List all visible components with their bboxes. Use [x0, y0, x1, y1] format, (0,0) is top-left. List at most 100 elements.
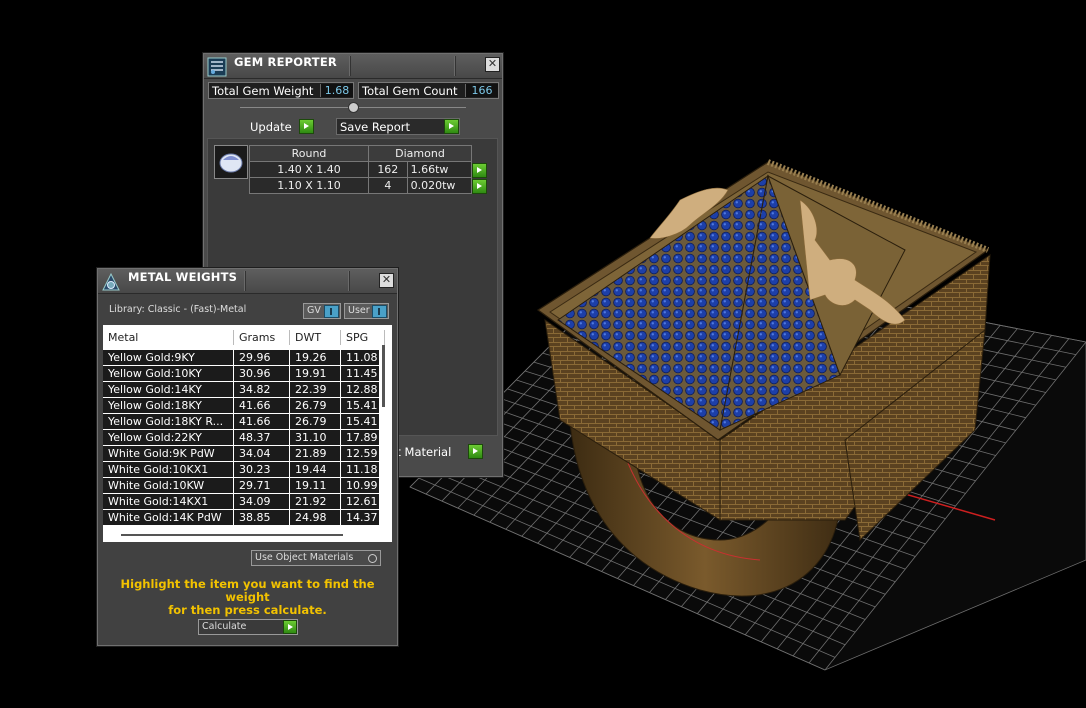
grams-cell: 41.66	[234, 414, 290, 430]
titlebar-divider	[348, 271, 350, 291]
toggle-switch-icon[interactable]	[324, 305, 339, 318]
use-object-materials-label: Use Object Materials	[255, 552, 354, 563]
gem-reporter-titlebar[interactable]: GEM REPORTER ✕	[204, 54, 502, 79]
total-gem-count-field: Total Gem Count 166	[358, 82, 499, 99]
col-metal-header[interactable]: Metal	[103, 330, 234, 345]
gem-shape-header: Round	[249, 145, 369, 162]
grams-cell: 29.96	[234, 350, 290, 366]
dwt-cell: 24.98	[290, 510, 341, 526]
dwt-cell: 22.39	[290, 382, 341, 398]
titlebar-divider	[454, 56, 456, 76]
grams-cell: 41.66	[234, 398, 290, 414]
dwt-cell: 19.26	[290, 350, 341, 366]
play-icon[interactable]	[468, 444, 483, 459]
gem-row[interactable]: 1.10 X 1.10 4 0.020tw	[249, 177, 492, 194]
metal-weights-close-button[interactable]: ✕	[379, 273, 394, 288]
dwt-cell: 21.89	[290, 446, 341, 462]
instruction-line: for then press calculate.	[168, 603, 327, 617]
spg-cell: 11.08	[341, 350, 379, 366]
gem-weight: 1.66tw	[406, 161, 473, 178]
dwt-cell: 19.44	[290, 462, 341, 478]
metal-name-cell: White Gold:10KW	[103, 478, 234, 494]
total-gem-weight-label: Total Gem Weight	[212, 84, 314, 98]
metal-name-cell: Yellow Gold:10KY	[103, 366, 234, 382]
splitter-knob-icon[interactable]	[348, 102, 359, 113]
metal-name-cell: White Gold:14K PdW	[103, 510, 234, 526]
grams-cell: 30.23	[234, 462, 290, 478]
gem-weight: 0.020tw	[406, 177, 473, 194]
metal-weights-titlebar[interactable]: METAL WEIGHTS ✕	[98, 269, 397, 294]
gv-label: GV	[307, 305, 321, 316]
gem-reporter-close-button[interactable]: ✕	[485, 57, 500, 72]
col-grams-header[interactable]: Grams	[234, 330, 290, 345]
metal-name-cell: White Gold:9K PdW	[103, 446, 234, 462]
spg-cell: 17.89	[341, 430, 379, 446]
play-icon[interactable]	[472, 178, 487, 194]
metal-name-cell: Yellow Gold:18KY R...	[103, 414, 234, 430]
gem-material-header: Diamond	[368, 145, 472, 162]
dwt-cell: 26.79	[290, 414, 341, 430]
horizontal-scrollbar[interactable]	[121, 534, 343, 536]
metal-table: Metal Grams DWT SPG Yellow Gold:9KY 29.96…	[103, 325, 392, 542]
save-report-button[interactable]: Save Report	[336, 118, 460, 135]
spg-cell: 11.18	[341, 462, 379, 478]
radio-icon[interactable]	[368, 554, 377, 563]
metal-name-cell: White Gold:14KX1	[103, 494, 234, 510]
gem-count: 4	[368, 177, 408, 194]
gv-toggle[interactable]: GV	[303, 303, 341, 319]
update-label: Update	[250, 120, 292, 134]
dwt-cell: 26.79	[290, 398, 341, 414]
col-spg-header[interactable]: SPG	[341, 330, 385, 345]
metal-rows: Yellow Gold:9KY 29.96 19.26 11.08 Yellow Gol…	[103, 350, 379, 530]
grams-cell: 38.85	[234, 510, 290, 526]
update-button[interactable]: Update	[246, 118, 315, 135]
dwt-cell: 31.10	[290, 430, 341, 446]
play-icon[interactable]	[472, 162, 487, 178]
gem-size: 1.40 X 1.40	[249, 161, 369, 178]
play-icon[interactable]	[299, 119, 314, 134]
grams-cell: 34.82	[234, 382, 290, 398]
calculate-label: Calculate	[202, 621, 247, 632]
metal-name-cell: Yellow Gold:22KY	[103, 430, 234, 446]
play-icon[interactable]	[283, 620, 297, 634]
grams-cell: 48.37	[234, 430, 290, 446]
dwt-cell: 21.92	[290, 494, 341, 510]
calculate-button[interactable]: Calculate	[198, 619, 298, 635]
total-gem-weight-value: 1.68	[320, 84, 353, 97]
toggle-switch-icon[interactable]	[372, 305, 387, 318]
gem-count: 162	[368, 161, 408, 178]
total-gem-count-value: 166	[465, 84, 498, 97]
gem-shape-icon	[214, 145, 248, 179]
instruction-line: Highlight the item you want to find the …	[120, 577, 375, 604]
spg-cell: 11.45	[341, 366, 379, 382]
instruction-text: Highlight the item you want to find the …	[108, 578, 387, 617]
metal-weights-panel: METAL WEIGHTS ✕ Library: Classic - (Fast…	[97, 268, 398, 646]
spg-cell: 12.88	[341, 382, 379, 398]
user-label: User	[348, 305, 370, 316]
vertical-scrollbar[interactable]	[382, 345, 385, 407]
metal-weights-title: METAL WEIGHTS	[128, 270, 238, 284]
gem-table: Round Diamond 1.40 X 1.40 162 1.66tw 1.1…	[249, 145, 492, 194]
spg-cell: 15.41	[341, 414, 379, 430]
user-toggle[interactable]: User	[344, 303, 389, 319]
metal-name-cell: Yellow Gold:9KY	[103, 350, 234, 366]
gem-reporter-title: GEM REPORTER	[234, 55, 337, 69]
metal-name-cell: Yellow Gold:14KY	[103, 382, 234, 398]
use-object-materials-toggle[interactable]: Use Object Materials	[251, 550, 381, 566]
titlebar-divider	[244, 271, 246, 291]
spg-cell: 14.37	[341, 510, 379, 526]
metal-name-cell: White Gold:10KX1	[103, 462, 234, 478]
titlebar-divider	[349, 56, 351, 76]
gem-size: 1.10 X 1.10	[249, 177, 369, 194]
dwt-cell: 19.11	[290, 478, 341, 494]
play-icon[interactable]	[444, 119, 459, 134]
col-dwt-header[interactable]: DWT	[290, 330, 341, 345]
spg-cell: 12.61	[341, 494, 379, 510]
gem-row[interactable]: 1.40 X 1.40 162 1.66tw	[249, 161, 492, 178]
total-gem-weight-field: Total Gem Weight 1.68	[208, 82, 354, 99]
metal-name-cell: Yellow Gold:18KY	[103, 398, 234, 414]
spg-cell: 12.59	[341, 446, 379, 462]
grams-cell: 34.09	[234, 494, 290, 510]
grams-cell: 34.04	[234, 446, 290, 462]
total-gem-count-label: Total Gem Count	[362, 84, 458, 98]
